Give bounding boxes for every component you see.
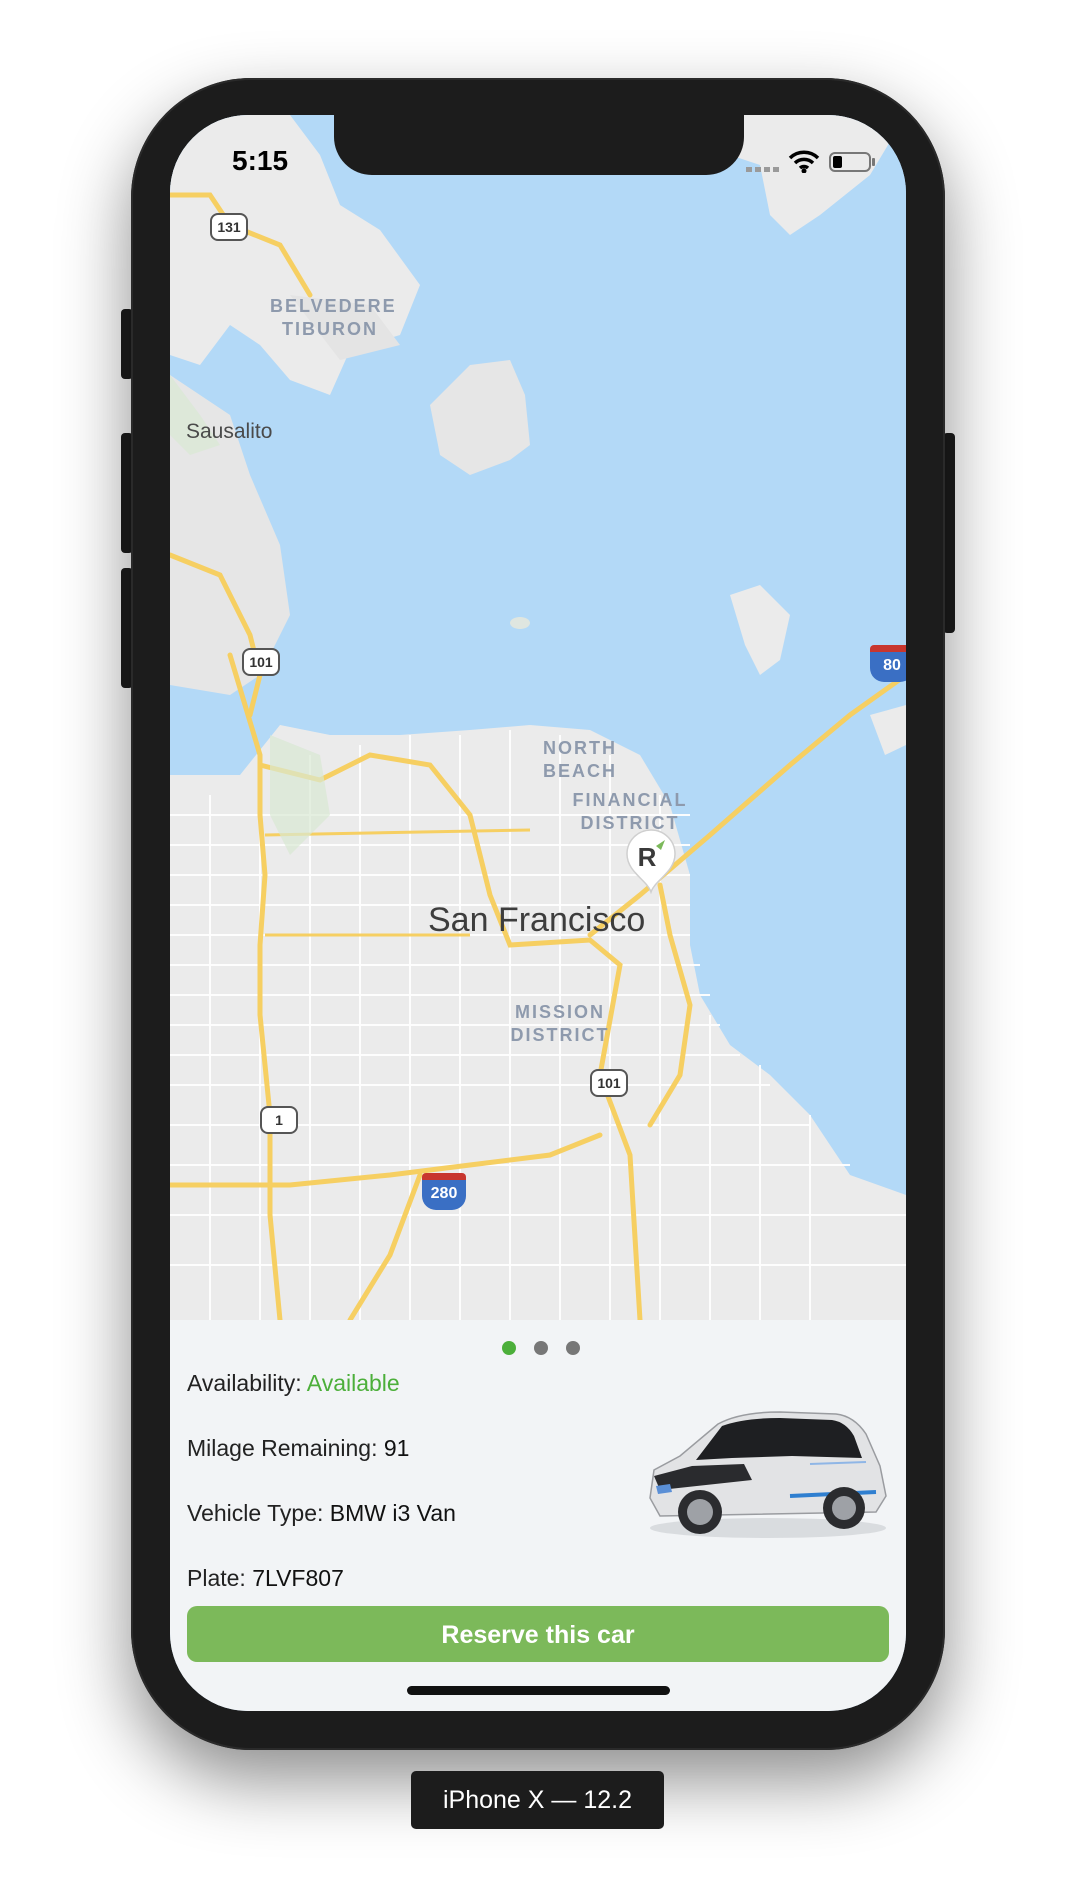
plate-value: 7LVF807: [252, 1565, 344, 1591]
mileage-label: Milage Remaining:: [187, 1435, 378, 1461]
map-label-city: San Francisco: [428, 901, 646, 939]
notch: [334, 115, 744, 175]
plate-label: Plate:: [187, 1565, 246, 1591]
page-dot-2[interactable]: [534, 1341, 548, 1355]
svg-text:R: R: [638, 842, 657, 872]
signal-icon: [746, 167, 779, 172]
vehicle-type-row: Vehicle Type: BMW i3 Van: [187, 1500, 456, 1527]
vehicle-type-label: Vehicle Type:: [187, 1500, 324, 1526]
interstate-shield-80: 80: [870, 645, 906, 682]
page-indicator[interactable]: [502, 1341, 580, 1355]
vehicle-type-value: BMW i3 Van: [329, 1500, 456, 1526]
home-indicator[interactable]: [407, 1686, 670, 1695]
battery-icon: [829, 152, 875, 172]
highway-shield-101-south: 101: [590, 1069, 628, 1097]
highway-shield-1: 1: [260, 1106, 298, 1134]
status-time: 5:15: [232, 145, 289, 176]
page-dot-3[interactable]: [566, 1341, 580, 1355]
brand-r-pin-icon[interactable]: R: [623, 828, 679, 894]
mileage-row: Milage Remaining: 91: [187, 1435, 409, 1462]
vehicle-details-sheet: Availability: Available Milage Remaining…: [170, 1320, 906, 1711]
reserve-car-button[interactable]: Reserve this car: [187, 1606, 889, 1662]
car-image: [649, 1411, 887, 1538]
map-label-belvedere: BELVEDERE TIBURON: [270, 296, 397, 339]
interstate-shield-280: 280: [422, 1173, 466, 1210]
mileage-value: 91: [383, 1435, 410, 1461]
map-view[interactable]: BELVEDERE TIBURON NORTH BEACH FINANCIAL …: [170, 115, 906, 1320]
status-bar: 5:15: [170, 115, 906, 195]
wifi-icon: [788, 150, 820, 173]
map-label-north-beach: NORTH BEACH: [542, 738, 617, 781]
map-label-sausalito: Sausalito: [186, 420, 273, 443]
plate-row: Plate: 7LVF807: [187, 1565, 344, 1592]
availability-value: Available: [306, 1370, 400, 1396]
availability-label: Availability:: [187, 1370, 302, 1396]
highway-shield-131: 131: [210, 213, 248, 241]
availability-row: Availability: Available: [187, 1370, 400, 1397]
highway-shield-101-north: 101: [242, 648, 280, 676]
map-label-mission-district: MISSION DISTRICT: [510, 1002, 610, 1045]
device-label: iPhone X — 12.2: [411, 1771, 664, 1829]
page-dot-1[interactable]: [502, 1341, 516, 1355]
phone-screen: BELVEDERE TIBURON NORTH BEACH FINANCIAL …: [170, 115, 906, 1711]
